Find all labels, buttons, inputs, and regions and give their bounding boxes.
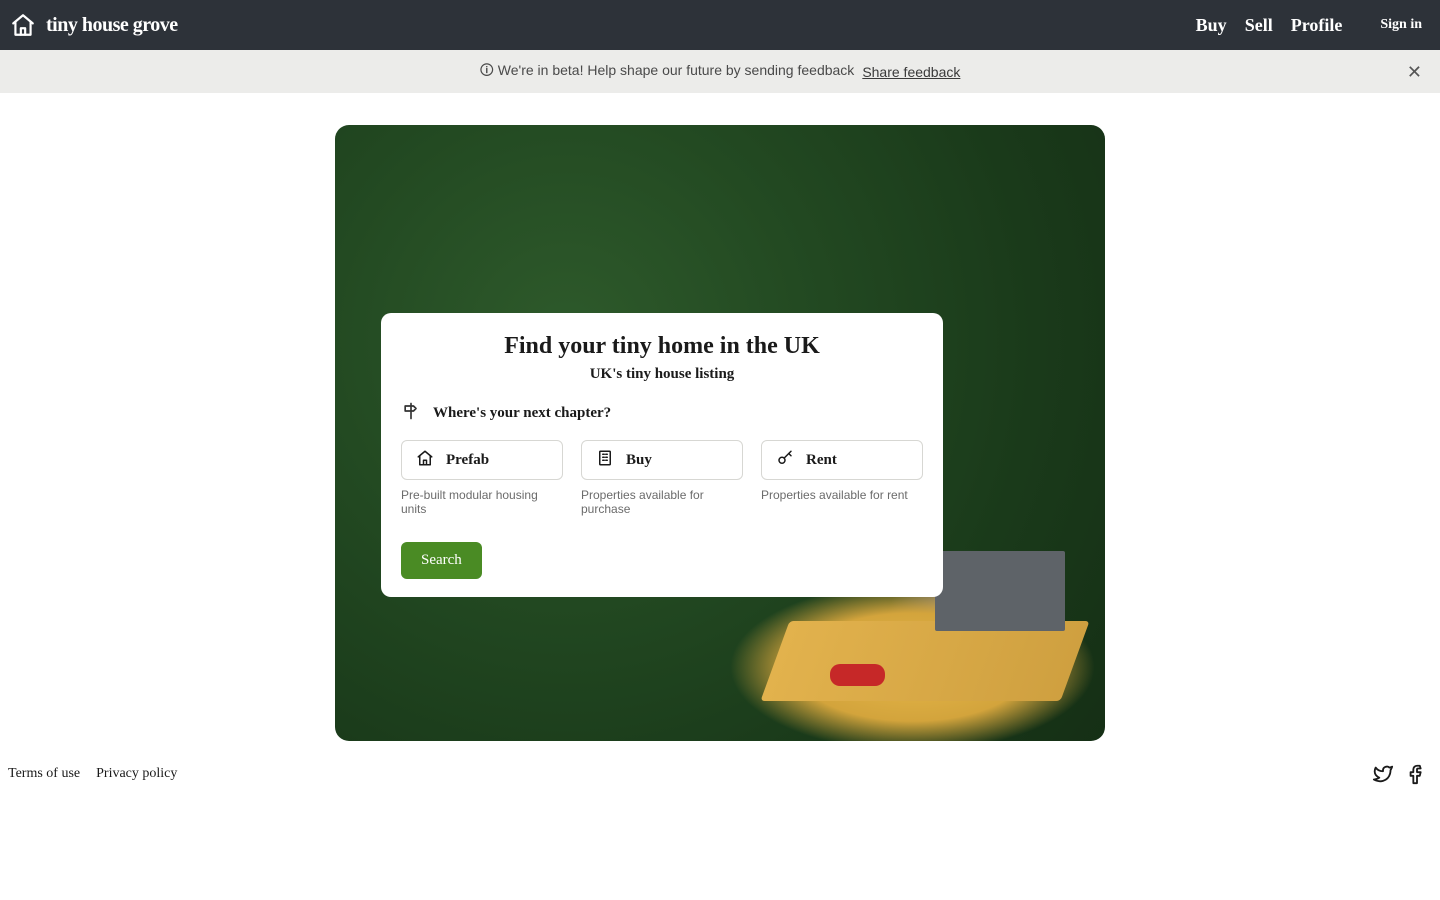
option-buy[interactable]: Buy: [581, 440, 743, 480]
option-rent[interactable]: Rent: [761, 440, 923, 480]
chapter-text: Where's your next chapter?: [433, 405, 611, 422]
privacy-link[interactable]: Privacy policy: [96, 766, 177, 782]
option-buy-desc: Properties available for purchase: [581, 488, 743, 516]
signin-link[interactable]: Sign in: [1380, 17, 1422, 33]
option-prefab[interactable]: Prefab: [401, 440, 563, 480]
card-subtitle: UK's tiny house listing: [401, 366, 923, 383]
footer: Terms of use Privacy policy: [0, 741, 1440, 785]
option-prefab-label: Prefab: [446, 452, 489, 469]
social-links: [1372, 763, 1428, 785]
deck-graphic: [760, 621, 1089, 701]
chapter-prompt: Where's your next chapter?: [401, 401, 923, 426]
tiny-house-graphic: [935, 551, 1065, 631]
card-title: Find your tiny home in the UK: [401, 333, 923, 360]
option-rent-desc: Properties available for rent: [761, 488, 923, 502]
banner-text: 🛈 We're in beta! Help shape our future b…: [480, 60, 855, 84]
nav-buy[interactable]: Buy: [1196, 15, 1227, 36]
beta-banner: 🛈 We're in beta! Help shape our future b…: [0, 50, 1440, 93]
twitter-icon[interactable]: [1372, 763, 1394, 785]
hero-section: Find your tiny home in the UK UK's tiny …: [0, 93, 1440, 741]
share-feedback-link[interactable]: Share feedback: [862, 64, 960, 80]
hero-image: Find your tiny home in the UK UK's tiny …: [335, 125, 1105, 741]
search-button[interactable]: Search: [401, 542, 482, 579]
nav-sell[interactable]: Sell: [1245, 15, 1273, 36]
building-icon: [596, 449, 614, 472]
option-prefab-desc: Pre-built modular housing units: [401, 488, 563, 516]
key-icon: [776, 449, 794, 472]
nav-profile[interactable]: Profile: [1291, 15, 1343, 36]
house-icon: [10, 12, 36, 38]
option-rent-label: Rent: [806, 452, 837, 469]
header: tiny house grove Buy Sell Profile Sign i…: [0, 0, 1440, 50]
person-graphic: [830, 664, 885, 686]
option-row: Prefab Pre-built modular housing units B…: [401, 440, 923, 516]
close-icon[interactable]: ✕: [1407, 63, 1422, 81]
signpost-icon: [401, 401, 421, 426]
option-buy-label: Buy: [626, 452, 652, 469]
facebook-icon[interactable]: [1406, 763, 1428, 785]
search-card: Find your tiny home in the UK UK's tiny …: [381, 313, 943, 597]
nav-right: Buy Sell Profile Sign in: [1196, 15, 1430, 36]
house-icon: [416, 449, 434, 472]
terms-link[interactable]: Terms of use: [8, 766, 80, 782]
brand-text: tiny house grove: [46, 14, 178, 37]
logo[interactable]: tiny house grove: [10, 12, 178, 38]
footer-links: Terms of use Privacy policy: [8, 766, 177, 782]
